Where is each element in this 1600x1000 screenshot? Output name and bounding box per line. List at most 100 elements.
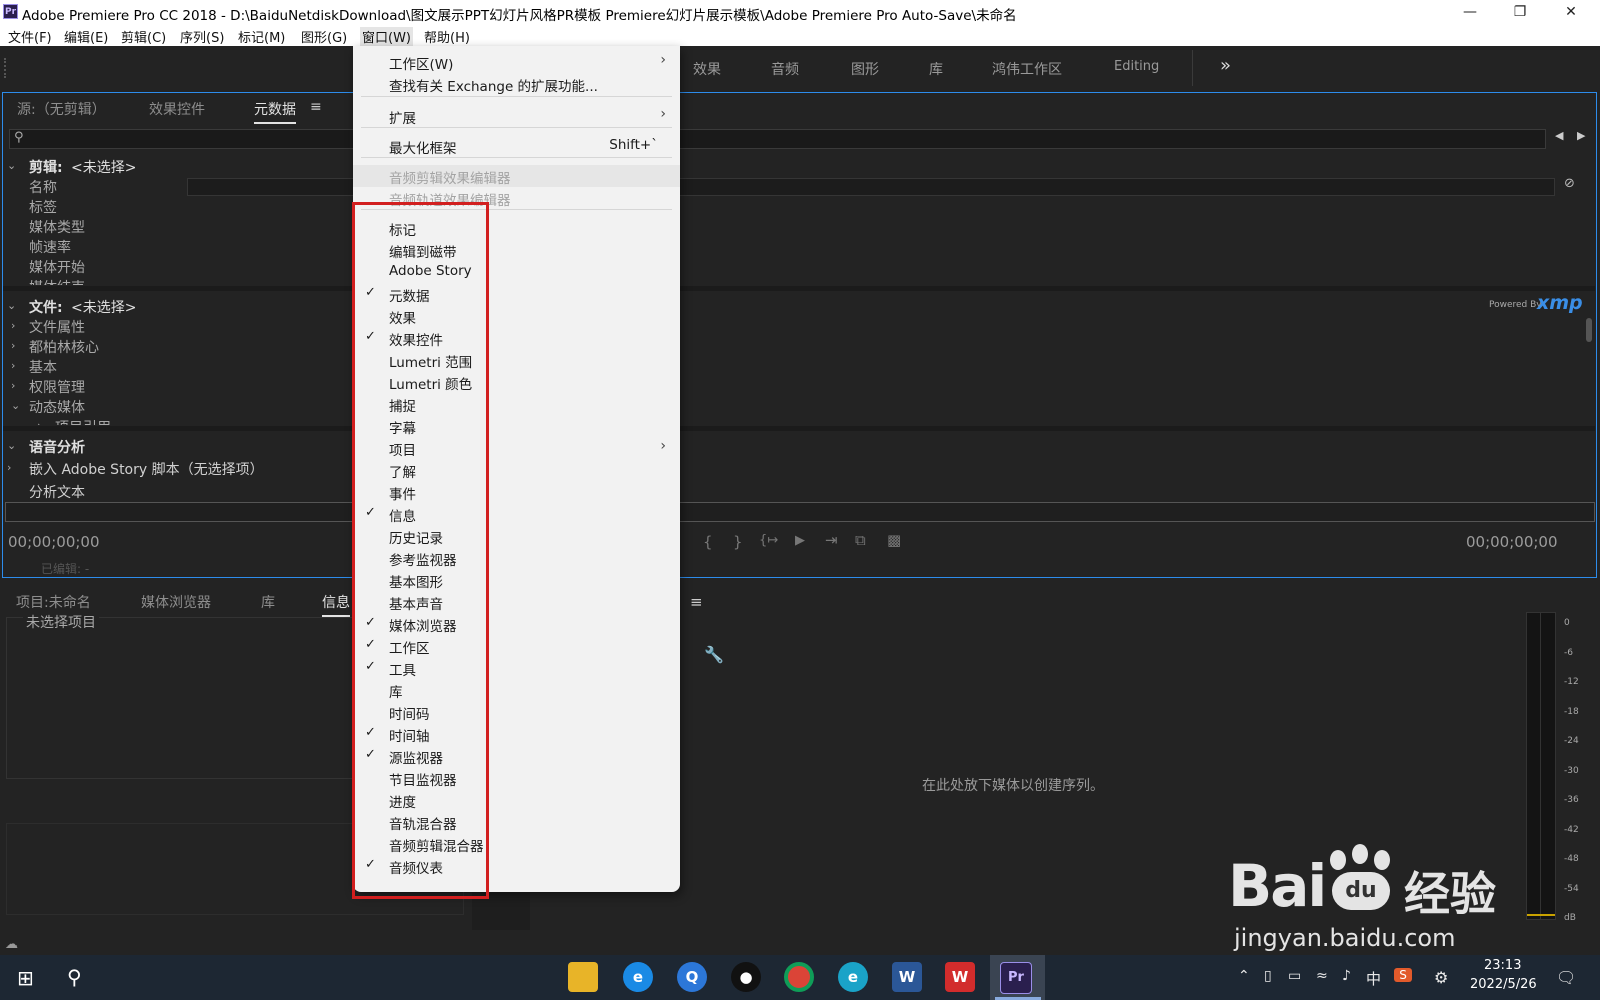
clip-section-header[interactable]: ⌄ 剪辑: <未选择>: [3, 156, 1593, 176]
tree-item[interactable]: › 权限管理: [3, 376, 1593, 396]
workspace-tab-custom[interactable]: 鸿伟工作区: [992, 59, 1062, 79]
analyze-row[interactable]: 分析文本: [3, 481, 1593, 501]
menu-clip[interactable]: 剪辑(C): [121, 27, 166, 46]
menu-sequence[interactable]: 序列(S): [180, 27, 224, 46]
embed-story-row[interactable]: › 嵌入 Adobe Story 脚本（无选择项）: [3, 458, 1593, 478]
export-frame-icon[interactable]: ▩: [887, 531, 901, 549]
menu-item[interactable]: 查找有关 Exchange 的扩展功能...: [353, 73, 680, 95]
premiere-icon[interactable]: Pr: [1000, 962, 1032, 994]
menu-item[interactable]: ✓ 工具: [353, 657, 680, 679]
tray-overflow-icon[interactable]: ⌃: [1238, 968, 1250, 984]
browser-icon[interactable]: Q: [677, 962, 707, 992]
tab-info[interactable]: 信息: [322, 592, 350, 617]
menu-item[interactable]: 工作区(W) ›: [353, 51, 680, 73]
menu-edit[interactable]: 编辑(E): [64, 27, 108, 46]
volume-icon[interactable]: ♪: [1342, 968, 1351, 984]
close-icon[interactable]: ✕: [1548, 0, 1594, 25]
menu-item[interactable]: ✓ 音频仪表: [353, 855, 680, 877]
menu-item[interactable]: 字幕: [353, 415, 680, 437]
menu-item[interactable]: 扩展 ›: [353, 105, 680, 127]
workspace-tab-graphics[interactable]: 图形: [851, 59, 879, 79]
menu-item[interactable]: ✓ 元数据: [353, 283, 680, 305]
gear-icon[interactable]: ⚙: [1434, 968, 1448, 987]
menu-graphics[interactable]: 图形(G): [301, 27, 347, 46]
wps-icon[interactable]: W: [945, 962, 975, 992]
panel-menu-icon[interactable]: ≡: [310, 99, 322, 115]
menu-marker[interactable]: 标记(M): [238, 27, 285, 46]
wrench-icon[interactable]: 🔧: [704, 645, 724, 664]
insert-icon[interactable]: ⇥: [825, 531, 838, 549]
menu-item[interactable]: 进度: [353, 789, 680, 811]
battery-icon[interactable]: ▭: [1288, 968, 1301, 984]
go-to-in-icon[interactable]: {↦: [759, 533, 778, 548]
edge-icon[interactable]: e: [838, 962, 868, 992]
tree-item[interactable]: › 项目引用: [3, 416, 1593, 425]
menu-item[interactable]: ✓ 效果控件: [353, 327, 680, 349]
clock-date[interactable]: 2022/5/26: [1470, 977, 1537, 992]
prev-arrow-icon[interactable]: ◀: [1555, 129, 1563, 142]
next-arrow-icon[interactable]: ▶: [1577, 129, 1585, 142]
menu-item[interactable]: 最大化框架 Shift+`: [353, 135, 680, 157]
panel-menu-icon[interactable]: ≡: [690, 593, 703, 611]
mark-out-icon[interactable]: }: [733, 533, 743, 551]
tab-project[interactable]: 项目:未命名: [16, 592, 91, 612]
ie-icon[interactable]: e: [623, 962, 653, 992]
tab-metadata[interactable]: 元数据: [254, 99, 296, 124]
menu-item[interactable]: 时间码: [353, 701, 680, 723]
chrome-icon[interactable]: [784, 962, 814, 992]
minimize-icon[interactable]: —: [1447, 0, 1493, 25]
windows-start-icon[interactable]: ⊞: [17, 966, 34, 990]
workspace-tab-editing[interactable]: Editing: [1114, 59, 1159, 74]
mark-in-icon[interactable]: {: [703, 533, 713, 551]
tree-item[interactable]: › 都柏林核心: [3, 336, 1593, 356]
tab-media-browser[interactable]: 媒体浏览器: [141, 592, 211, 612]
tab-libraries[interactable]: 库: [261, 592, 275, 612]
notification-icon[interactable]: 🗨: [1556, 968, 1576, 987]
file-section-header[interactable]: ⌄ 文件: <未选择>: [3, 296, 1593, 316]
workspace-tab-libraries[interactable]: 库: [929, 59, 943, 79]
speech-section-header[interactable]: ⌄ 语音分析: [3, 436, 1593, 456]
menu-file[interactable]: 文件(F): [8, 27, 52, 46]
menu-item[interactable]: 捕捉: [353, 393, 680, 415]
tree-item[interactable]: ⌄ 动态媒体: [3, 396, 1593, 416]
menu-item[interactable]: 项目 ›: [353, 437, 680, 459]
menu-item[interactable]: 音频剪辑混合器: [353, 833, 680, 855]
qq-icon[interactable]: ●: [731, 962, 761, 992]
menu-item[interactable]: 标记: [353, 217, 680, 239]
clock-time[interactable]: 23:13: [1484, 958, 1521, 973]
timecode-left[interactable]: 00;00;00;00: [8, 533, 100, 551]
workspace-overflow-icon[interactable]: »: [1220, 55, 1231, 76]
menu-item[interactable]: Adobe Story: [353, 261, 680, 283]
menu-item[interactable]: 历史记录: [353, 525, 680, 547]
tab-source[interactable]: 源:（无剪辑）: [17, 99, 106, 119]
menu-item[interactable]: 事件: [353, 481, 680, 503]
search-input[interactable]: ⚲: [9, 129, 1546, 149]
menu-item[interactable]: ✓ 时间轴: [353, 723, 680, 745]
menu-help[interactable]: 帮助(H): [424, 27, 470, 46]
menu-item[interactable]: 参考监视器: [353, 547, 680, 569]
cloud-sync-icon[interactable]: ☁: [5, 937, 18, 952]
menu-item[interactable]: Lumetri 颜色: [353, 371, 680, 393]
workspace-tab-effects[interactable]: 效果: [693, 59, 721, 79]
grip-handle[interactable]: [4, 58, 8, 78]
search-icon[interactable]: ⚲: [67, 965, 82, 989]
wifi-icon[interactable]: ≈: [1316, 968, 1328, 984]
menu-item[interactable]: ✓ 工作区: [353, 635, 680, 657]
explorer-icon[interactable]: [568, 962, 598, 992]
menu-item[interactable]: 音轨混合器: [353, 811, 680, 833]
menu-item[interactable]: ✓ 源监视器: [353, 745, 680, 767]
menu-item[interactable]: 效果: [353, 305, 680, 327]
menu-item[interactable]: 了解: [353, 459, 680, 481]
restore-icon[interactable]: ❐: [1497, 0, 1543, 25]
tree-item[interactable]: › 基本: [3, 356, 1593, 376]
menu-item[interactable]: 编辑到磁带: [353, 239, 680, 261]
menu-item[interactable]: 库: [353, 679, 680, 701]
overwrite-icon[interactable]: ⧉: [855, 531, 866, 549]
menu-item[interactable]: 基本声音: [353, 591, 680, 613]
sogou-ime-icon[interactable]: S: [1394, 968, 1412, 982]
menu-item[interactable]: 基本图形: [353, 569, 680, 591]
menu-item[interactable]: 节目监视器: [353, 767, 680, 789]
workspace-tab-audio[interactable]: 音频: [771, 59, 799, 79]
tab-effect-controls[interactable]: 效果控件: [149, 99, 205, 119]
ime-indicator[interactable]: 中: [1366, 968, 1381, 989]
